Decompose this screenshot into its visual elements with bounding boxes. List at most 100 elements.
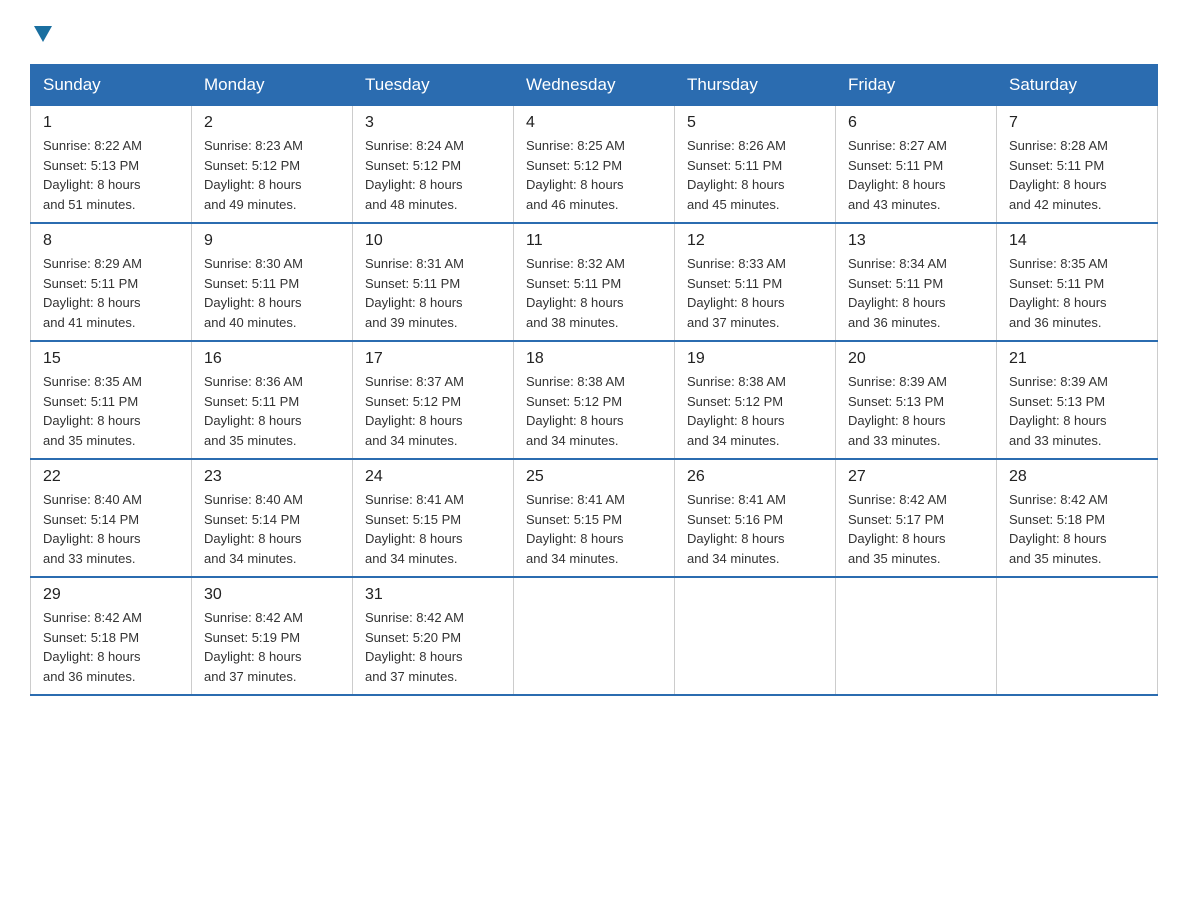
day-number: 5 — [687, 114, 823, 132]
header-monday: Monday — [192, 65, 353, 106]
calendar-cell: 1 Sunrise: 8:22 AMSunset: 5:13 PMDaylight… — [31, 106, 192, 224]
day-info: Sunrise: 8:37 AMSunset: 5:12 PMDaylight:… — [365, 374, 464, 448]
day-number: 14 — [1009, 232, 1145, 250]
calendar-cell: 12 Sunrise: 8:33 AMSunset: 5:11 PMDayligh… — [675, 223, 836, 341]
day-number: 27 — [848, 468, 984, 486]
day-info: Sunrise: 8:22 AMSunset: 5:13 PMDaylight:… — [43, 138, 142, 212]
calendar-cell: 22 Sunrise: 8:40 AMSunset: 5:14 PMDayligh… — [31, 459, 192, 577]
day-number: 20 — [848, 350, 984, 368]
day-number: 2 — [204, 114, 340, 132]
day-info: Sunrise: 8:42 AMSunset: 5:18 PMDaylight:… — [43, 610, 142, 684]
calendar-week-row: 8 Sunrise: 8:29 AMSunset: 5:11 PMDaylight… — [31, 223, 1158, 341]
day-info: Sunrise: 8:34 AMSunset: 5:11 PMDaylight:… — [848, 256, 947, 330]
calendar-cell: 24Sunrise: 8:41 AMSunset: 5:15 PMDayligh… — [353, 459, 514, 577]
day-number: 15 — [43, 350, 179, 368]
day-info: Sunrise: 8:32 AMSunset: 5:11 PMDaylight:… — [526, 256, 625, 330]
day-number: 21 — [1009, 350, 1145, 368]
calendar-cell: 25 Sunrise: 8:41 AMSunset: 5:15 PMDayligh… — [514, 459, 675, 577]
calendar-cell: 30Sunrise: 8:42 AMSunset: 5:19 PMDayligh… — [192, 577, 353, 695]
calendar-cell: 9Sunrise: 8:30 AMSunset: 5:11 PMDaylight… — [192, 223, 353, 341]
day-info: Sunrise: 8:23 AMSunset: 5:12 PMDaylight:… — [204, 138, 303, 212]
day-info: Sunrise: 8:41 AMSunset: 5:15 PMDaylight:… — [365, 492, 464, 566]
day-number: 9 — [204, 232, 340, 250]
calendar-cell — [675, 577, 836, 695]
day-number: 25 — [526, 468, 662, 486]
header-sunday: Sunday — [31, 65, 192, 106]
day-number: 31 — [365, 586, 501, 604]
calendar-cell: 13 Sunrise: 8:34 AMSunset: 5:11 PMDayligh… — [836, 223, 997, 341]
calendar-cell: 2 Sunrise: 8:23 AMSunset: 5:12 PMDaylight… — [192, 106, 353, 224]
calendar-cell: 16 Sunrise: 8:36 AMSunset: 5:11 PMDayligh… — [192, 341, 353, 459]
calendar-week-row: 22 Sunrise: 8:40 AMSunset: 5:14 PMDayligh… — [31, 459, 1158, 577]
day-number: 16 — [204, 350, 340, 368]
calendar-cell: 3 Sunrise: 8:24 AMSunset: 5:12 PMDaylight… — [353, 106, 514, 224]
day-number: 23 — [204, 468, 340, 486]
calendar-cell: 11 Sunrise: 8:32 AMSunset: 5:11 PMDayligh… — [514, 223, 675, 341]
header-friday: Friday — [836, 65, 997, 106]
calendar-cell — [836, 577, 997, 695]
day-number: 28 — [1009, 468, 1145, 486]
day-info: Sunrise: 8:39 AMSunset: 5:13 PMDaylight:… — [848, 374, 947, 448]
day-info: Sunrise: 8:31 AMSunset: 5:11 PMDaylight:… — [365, 256, 464, 330]
day-number: 30 — [204, 586, 340, 604]
calendar-cell: 29 Sunrise: 8:42 AMSunset: 5:18 PMDayligh… — [31, 577, 192, 695]
day-number: 26 — [687, 468, 823, 486]
calendar-cell: 19 Sunrise: 8:38 AMSunset: 5:12 PMDayligh… — [675, 341, 836, 459]
calendar-cell: 31 Sunrise: 8:42 AMSunset: 5:20 PMDayligh… — [353, 577, 514, 695]
day-number: 4 — [526, 114, 662, 132]
calendar-cell: 15 Sunrise: 8:35 AMSunset: 5:11 PMDayligh… — [31, 341, 192, 459]
day-info: Sunrise: 8:38 AMSunset: 5:12 PMDaylight:… — [526, 374, 625, 448]
day-number: 22 — [43, 468, 179, 486]
day-info: Sunrise: 8:41 AMSunset: 5:15 PMDaylight:… — [526, 492, 625, 566]
calendar-cell: 17 Sunrise: 8:37 AMSunset: 5:12 PMDayligh… — [353, 341, 514, 459]
calendar-table: SundayMondayTuesdayWednesdayThursdayFrid… — [30, 64, 1158, 696]
calendar-cell: 28Sunrise: 8:42 AMSunset: 5:18 PMDayligh… — [997, 459, 1158, 577]
calendar-week-row: 29 Sunrise: 8:42 AMSunset: 5:18 PMDayligh… — [31, 577, 1158, 695]
day-info: Sunrise: 8:40 AMSunset: 5:14 PMDaylight:… — [204, 492, 303, 566]
calendar-cell: 7 Sunrise: 8:28 AMSunset: 5:11 PMDaylight… — [997, 106, 1158, 224]
day-number: 8 — [43, 232, 179, 250]
day-number: 18 — [526, 350, 662, 368]
day-number: 3 — [365, 114, 501, 132]
day-info: Sunrise: 8:29 AMSunset: 5:11 PMDaylight:… — [43, 256, 142, 330]
calendar-cell: 10 Sunrise: 8:31 AMSunset: 5:11 PMDayligh… — [353, 223, 514, 341]
page-header — [30, 20, 1158, 44]
day-number: 17 — [365, 350, 501, 368]
calendar-cell: 23 Sunrise: 8:40 AMSunset: 5:14 PMDayligh… — [192, 459, 353, 577]
calendar-cell: 14 Sunrise: 8:35 AMSunset: 5:11 PMDayligh… — [997, 223, 1158, 341]
day-info: Sunrise: 8:35 AMSunset: 5:11 PMDaylight:… — [1009, 256, 1108, 330]
calendar-cell: 4Sunrise: 8:25 AMSunset: 5:12 PMDaylight… — [514, 106, 675, 224]
calendar-cell — [514, 577, 675, 695]
calendar-cell: 6Sunrise: 8:27 AMSunset: 5:11 PMDaylight… — [836, 106, 997, 224]
day-number: 1 — [43, 114, 179, 132]
calendar-week-row: 15 Sunrise: 8:35 AMSunset: 5:11 PMDayligh… — [31, 341, 1158, 459]
day-info: Sunrise: 8:40 AMSunset: 5:14 PMDaylight:… — [43, 492, 142, 566]
calendar-cell: 20 Sunrise: 8:39 AMSunset: 5:13 PMDayligh… — [836, 341, 997, 459]
day-info: Sunrise: 8:28 AMSunset: 5:11 PMDaylight:… — [1009, 138, 1108, 212]
day-info: Sunrise: 8:36 AMSunset: 5:11 PMDaylight:… — [204, 374, 303, 448]
day-info: Sunrise: 8:38 AMSunset: 5:12 PMDaylight:… — [687, 374, 786, 448]
day-info: Sunrise: 8:41 AMSunset: 5:16 PMDaylight:… — [687, 492, 786, 566]
day-info: Sunrise: 8:42 AMSunset: 5:20 PMDaylight:… — [365, 610, 464, 684]
day-number: 11 — [526, 232, 662, 250]
logo — [30, 20, 54, 44]
day-number: 6 — [848, 114, 984, 132]
day-number: 19 — [687, 350, 823, 368]
calendar-cell: 27 Sunrise: 8:42 AMSunset: 5:17 PMDayligh… — [836, 459, 997, 577]
header-wednesday: Wednesday — [514, 65, 675, 106]
header-tuesday: Tuesday — [353, 65, 514, 106]
calendar-cell: 8 Sunrise: 8:29 AMSunset: 5:11 PMDaylight… — [31, 223, 192, 341]
day-info: Sunrise: 8:26 AMSunset: 5:11 PMDaylight:… — [687, 138, 786, 212]
day-info: Sunrise: 8:42 AMSunset: 5:17 PMDaylight:… — [848, 492, 947, 566]
calendar-cell — [997, 577, 1158, 695]
day-info: Sunrise: 8:35 AMSunset: 5:11 PMDaylight:… — [43, 374, 142, 448]
calendar-week-row: 1 Sunrise: 8:22 AMSunset: 5:13 PMDaylight… — [31, 106, 1158, 224]
day-number: 29 — [43, 586, 179, 604]
day-info: Sunrise: 8:33 AMSunset: 5:11 PMDaylight:… — [687, 256, 786, 330]
day-info: Sunrise: 8:24 AMSunset: 5:12 PMDaylight:… — [365, 138, 464, 212]
day-number: 7 — [1009, 114, 1145, 132]
day-number: 13 — [848, 232, 984, 250]
day-number: 10 — [365, 232, 501, 250]
header-saturday: Saturday — [997, 65, 1158, 106]
day-number: 12 — [687, 232, 823, 250]
